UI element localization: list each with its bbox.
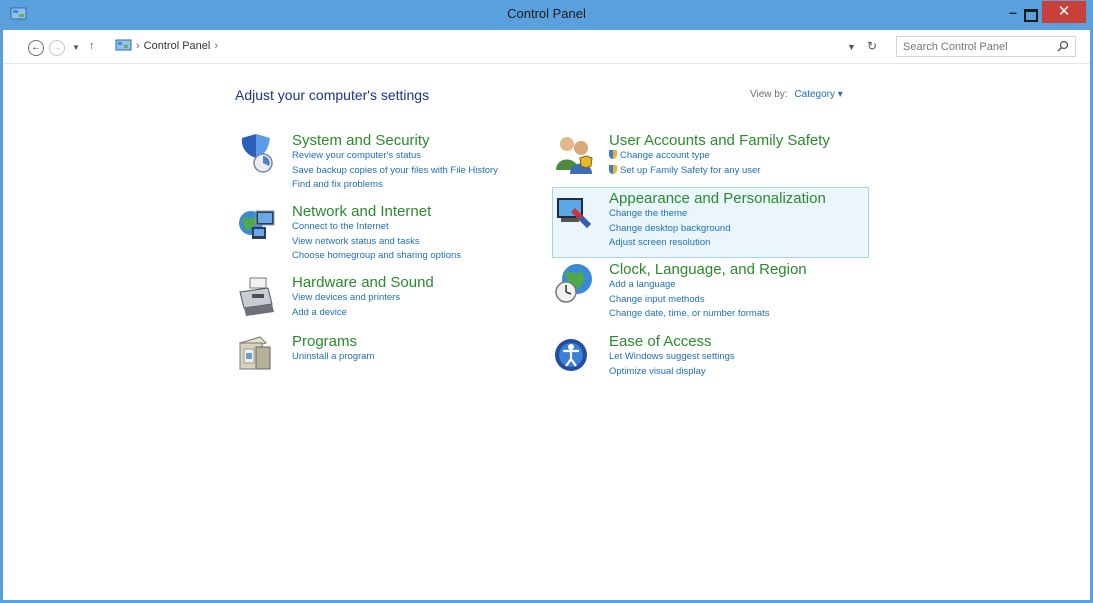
maximize-button[interactable] (1020, 6, 1040, 22)
back-button[interactable]: ← (28, 40, 44, 56)
forward-button[interactable]: → (49, 40, 65, 56)
programs-icon[interactable] (236, 333, 280, 377)
control-panel-folder-icon (115, 39, 132, 51)
up-arrow-icon[interactable]: ↑ (89, 40, 95, 52)
category-title[interactable]: Hardware and Sound (292, 274, 434, 291)
page-heading: Adjust your computer's settings (235, 87, 430, 103)
address-dropdown-chevron-icon[interactable]: ▼ (847, 42, 856, 52)
category-title[interactable]: Clock, Language, and Region (609, 261, 807, 278)
category-text: User Accounts and Family Safety Change a… (609, 132, 830, 178)
search-input[interactable] (897, 37, 1047, 56)
category-link[interactable]: Review your computer's status (292, 149, 498, 164)
window-title: Control Panel (507, 6, 586, 21)
breadcrumb: › Control Panel › (115, 39, 218, 52)
category-link[interactable]: Set up Family Safety for any user (609, 164, 830, 179)
category-link[interactable]: Find and fix problems (292, 178, 498, 193)
category-text: Appearance and Personalization Change th… (609, 190, 826, 251)
view-by-label: View by: (750, 89, 788, 100)
appearance-icon[interactable] (553, 190, 597, 234)
search-box[interactable] (896, 36, 1076, 57)
breadcrumb-separator-icon: › (136, 39, 140, 52)
category-link[interactable]: Change date, time, or number formats (609, 307, 807, 322)
view-by-dropdown[interactable]: Category ▾ (794, 89, 842, 100)
category-link[interactable]: Save backup copies of your files with Fi… (292, 164, 498, 179)
refresh-icon[interactable]: ↻ (867, 39, 877, 53)
category-text: Network and Internet Connect to the Inte… (292, 203, 461, 264)
category-text: System and Security Review your computer… (292, 132, 498, 193)
category-link[interactable]: Adjust screen resolution (609, 236, 826, 251)
close-button[interactable]: ✕ (1042, 1, 1086, 23)
category-text: Programs Uninstall a program (292, 333, 374, 365)
category-title[interactable]: User Accounts and Family Safety (609, 132, 830, 149)
network-internet-icon[interactable] (236, 203, 280, 247)
category-title[interactable]: Appearance and Personalization (609, 190, 826, 207)
category-title[interactable]: Ease of Access (609, 333, 735, 350)
address-field[interactable] (107, 35, 885, 59)
category-link[interactable]: Uninstall a program (292, 350, 374, 365)
category-link[interactable]: Change the theme (609, 207, 826, 222)
category-link[interactable]: View network status and tasks (292, 235, 461, 250)
category-link[interactable]: Change desktop background (609, 222, 826, 237)
category-link[interactable]: Add a language (609, 278, 807, 293)
category-title[interactable]: System and Security (292, 132, 498, 149)
hardware-sound-icon[interactable] (236, 274, 280, 318)
category-link[interactable]: Change account type (609, 149, 830, 164)
breadcrumb-item-control-panel[interactable]: Control Panel (144, 40, 211, 52)
category-title[interactable]: Programs (292, 333, 374, 350)
category-link[interactable]: Let Windows suggest settings (609, 350, 735, 365)
clock-globe-icon[interactable] (553, 261, 597, 305)
breadcrumb-separator-icon[interactable]: › (214, 40, 218, 52)
category-link[interactable]: Optimize visual display (609, 365, 735, 380)
category-link[interactable]: Choose homegroup and sharing options (292, 249, 461, 264)
category-text: Ease of Access Let Windows suggest setti… (609, 333, 735, 379)
category-text: Clock, Language, and Region Add a langua… (609, 261, 807, 322)
user-accounts-icon[interactable] (553, 132, 597, 176)
category-link[interactable]: Change input methods (609, 293, 807, 308)
recent-locations-chevron-icon[interactable]: ▼ (72, 43, 80, 52)
category-link[interactable]: Connect to the Internet (292, 220, 461, 235)
category-link[interactable]: View devices and printers (292, 291, 434, 306)
ease-of-access-icon[interactable] (553, 333, 597, 377)
category-title[interactable]: Network and Internet (292, 203, 461, 220)
title-bar[interactable]: Control Panel – ✕ (0, 0, 1093, 30)
category-link[interactable]: Add a device (292, 306, 434, 321)
address-bar: ← → ▼ ↑ › Control Panel › ▼ ↻ (3, 30, 1090, 64)
search-icon[interactable] (1057, 40, 1069, 52)
view-by: View by: Category ▾ (750, 89, 843, 100)
control-panel-window: Control Panel – ✕ ← → ▼ ↑ › Control Pane… (0, 0, 1093, 603)
system-security-icon[interactable] (236, 132, 280, 176)
category-text: Hardware and Sound View devices and prin… (292, 274, 434, 320)
